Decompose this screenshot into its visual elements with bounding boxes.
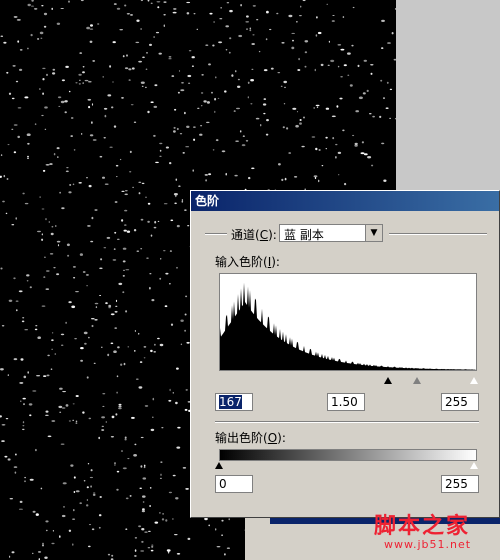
channel-value: 蓝 副本: [284, 228, 324, 242]
input-white-field[interactable]: 255: [441, 393, 479, 411]
output-levels-prefix: 输出色阶(: [215, 431, 268, 445]
input-black-slider[interactable]: [384, 377, 392, 384]
output-black-field[interactable]: 0: [215, 475, 253, 493]
group-line-right: [389, 233, 487, 235]
separator: [215, 421, 479, 423]
input-white-value: 255: [445, 395, 468, 409]
output-levels-label: 输出色阶(O):: [215, 429, 286, 446]
output-white-slider[interactable]: [470, 462, 478, 469]
output-black-value: 0: [219, 477, 227, 491]
input-black-field[interactable]: 167: [215, 393, 253, 411]
output-black-slider[interactable]: [215, 462, 223, 469]
output-gradient: [219, 449, 477, 461]
levels-dialog: 色阶 通道(C): 蓝 副本 ▼ 输入色阶(I): 167 1.50 255 输…: [190, 190, 500, 518]
channel-label-suffix: ):: [268, 228, 277, 242]
channel-label-prefix: 通道(: [231, 228, 260, 242]
histogram-graph: [220, 282, 476, 370]
output-levels-key: O: [267, 431, 278, 445]
input-levels-suffix: ):: [271, 255, 280, 269]
chevron-down-icon[interactable]: ▼: [365, 225, 382, 241]
watermark-url: www.jb51.net: [384, 538, 472, 551]
histogram: [219, 273, 477, 371]
input-white-slider[interactable]: [470, 377, 478, 384]
watermark-logo: 脚本之家: [374, 514, 471, 539]
canvas-background-panel: [396, 0, 500, 194]
input-gamma-value: 1.50: [331, 395, 358, 409]
output-white-field[interactable]: 255: [441, 475, 479, 493]
input-black-value: 167: [219, 395, 242, 409]
output-levels-suffix: ):: [277, 431, 286, 445]
group-line-left: [205, 233, 227, 235]
input-gamma-slider[interactable]: [413, 377, 421, 384]
channel-label: 通道(C):: [231, 226, 277, 243]
input-levels-prefix: 输入色阶(: [215, 255, 268, 269]
channel-label-key: C: [259, 228, 269, 242]
input-gamma-field[interactable]: 1.50: [327, 393, 365, 411]
output-white-value: 255: [445, 477, 468, 491]
input-levels-label: 输入色阶(I):: [215, 253, 280, 270]
dialog-title[interactable]: 色阶: [191, 191, 499, 211]
channel-select[interactable]: 蓝 副本 ▼: [279, 224, 383, 242]
